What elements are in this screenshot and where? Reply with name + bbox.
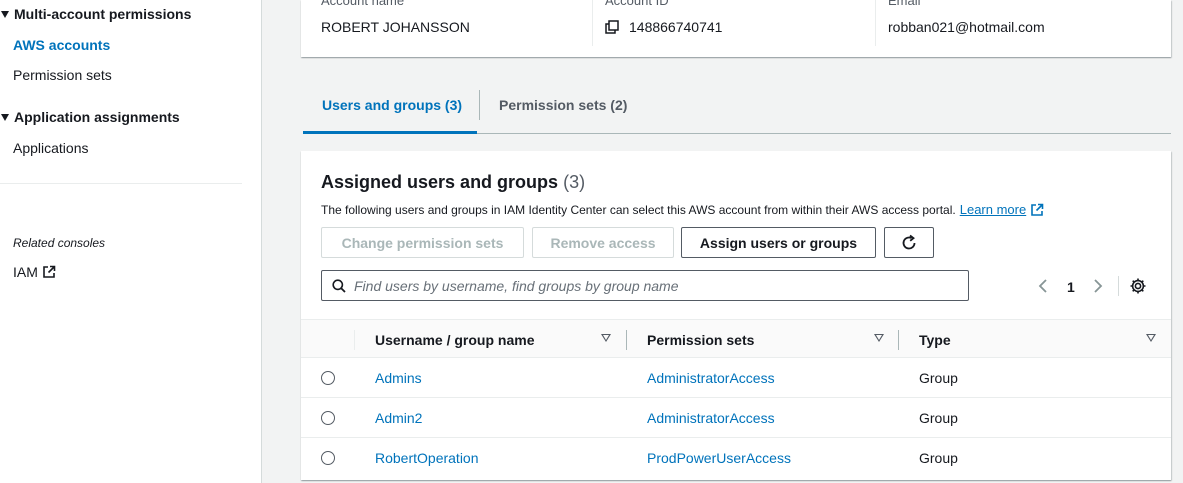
account-name-text: ROBERT JOHANSSON: [321, 19, 470, 35]
account-name-label: Account name: [321, 0, 405, 8]
tab-permission-sets[interactable]: Permission sets (2): [499, 97, 627, 113]
type-cell: Group: [919, 410, 958, 426]
sidebar-item-iam[interactable]: IAM: [13, 264, 56, 280]
learn-more-link[interactable]: Learn more: [960, 202, 1044, 217]
account-name-value: ROBERT JOHANSSON: [321, 19, 470, 35]
divider: [592, 0, 593, 46]
refresh-icon: [902, 234, 916, 249]
permission-set-link[interactable]: ProdPowerUserAccess: [647, 450, 791, 466]
external-link-icon: [1031, 203, 1044, 216]
column-divider[interactable]: [898, 330, 899, 350]
assign-users-or-groups-button[interactable]: Assign users or groups: [681, 227, 876, 258]
active-tab-indicator: [303, 131, 477, 134]
panel-title: Assigned users and groups (3): [321, 172, 585, 193]
change-permission-sets-button[interactable]: Change permission sets: [321, 227, 524, 258]
sidebar-divider: [0, 183, 242, 184]
copy-icon[interactable]: [605, 20, 619, 34]
column-header-username[interactable]: Username / group name: [375, 332, 535, 348]
row-select-radio[interactable]: [321, 371, 335, 385]
panel-title-count: (3): [563, 172, 586, 192]
account-summary-card: Account name ROBERT JOHANSSON Account ID…: [301, 0, 1171, 57]
permission-set-link[interactable]: AdministratorAccess: [647, 370, 775, 386]
sidebar-section-application-assignments[interactable]: Application assignments: [0, 109, 180, 125]
sort-caret-icon[interactable]: [601, 334, 611, 342]
group-name-link[interactable]: Admin2: [375, 410, 422, 426]
external-link-icon: [43, 265, 56, 278]
account-id-value: 148866740741: [605, 19, 722, 35]
refresh-button[interactable]: [884, 227, 934, 258]
table-row[interactable]: Admin2 AdministratorAccess Group: [301, 398, 1171, 438]
account-email-label: Email: [888, 0, 921, 8]
table-row[interactable]: RobertOperation ProdPowerUserAccess Grou…: [301, 438, 1171, 478]
chevron-left-icon[interactable]: [1037, 278, 1049, 294]
panel-description-text: The following users and groups in IAM Id…: [321, 202, 956, 217]
assigned-users-panel: Assigned users and groups (3) The follow…: [301, 151, 1171, 480]
column-divider[interactable]: [626, 330, 627, 350]
account-id-text: 148866740741: [629, 19, 723, 35]
type-cell: Group: [919, 450, 958, 466]
panel-title-text: Assigned users and groups: [321, 172, 559, 192]
tab-bar: Users and groups (3) Permission sets (2): [303, 78, 1171, 134]
sidebar: Multi-account permissions AWS accounts P…: [0, 0, 262, 483]
sort-caret-icon[interactable]: [1146, 334, 1156, 342]
sidebar-section-multi-account[interactable]: Multi-account permissions: [0, 6, 191, 22]
table-header: Username / group name Permission sets Ty…: [301, 319, 1171, 358]
sidebar-item-permission-sets[interactable]: Permission sets: [13, 67, 112, 83]
sort-caret-icon[interactable]: [874, 334, 884, 342]
column-header-permission-sets[interactable]: Permission sets: [647, 332, 754, 348]
search-input[interactable]: [354, 277, 944, 294]
sidebar-item-aws-accounts[interactable]: AWS accounts: [13, 37, 110, 53]
table-row[interactable]: Admins AdministratorAccess Group: [301, 358, 1171, 398]
pager-divider: [1118, 276, 1119, 296]
row-select-radio[interactable]: [321, 411, 335, 425]
remove-access-button[interactable]: Remove access: [532, 227, 674, 258]
tab-divider: [479, 90, 480, 120]
search-field[interactable]: [321, 270, 969, 301]
column-header-type[interactable]: Type: [919, 332, 951, 348]
group-name-link[interactable]: Admins: [375, 370, 422, 386]
settings-gear-icon[interactable]: [1129, 277, 1147, 295]
chevron-right-icon[interactable]: [1092, 278, 1104, 294]
learn-more-text: Learn more: [959, 202, 1027, 217]
row-select-radio[interactable]: [321, 451, 335, 465]
related-consoles-heading: Related consoles: [13, 236, 106, 250]
sidebar-section-label: Application assignments: [14, 109, 180, 125]
sidebar-item-applications[interactable]: Applications: [13, 140, 89, 156]
type-cell: Group: [919, 370, 958, 386]
account-id-label: Account ID: [605, 0, 669, 8]
divider: [875, 0, 876, 46]
account-email-value: robban021@hotmail.com: [888, 19, 1045, 35]
account-email-text: robban021@hotmail.com: [888, 19, 1045, 35]
sidebar-item-label: IAM: [13, 264, 38, 280]
permission-set-link[interactable]: AdministratorAccess: [647, 410, 775, 426]
sidebar-section-label: Multi-account permissions: [14, 6, 192, 22]
caret-down-icon: [1, 10, 9, 18]
tab-users-and-groups[interactable]: Users and groups (3): [322, 97, 462, 113]
page-number[interactable]: 1: [1067, 279, 1075, 295]
group-name-link[interactable]: RobertOperation: [375, 450, 479, 466]
caret-down-icon: [1, 113, 9, 121]
column-divider: [354, 330, 355, 350]
panel-description: The following users and groups in IAM Id…: [321, 202, 1044, 217]
search-icon: [332, 278, 346, 293]
